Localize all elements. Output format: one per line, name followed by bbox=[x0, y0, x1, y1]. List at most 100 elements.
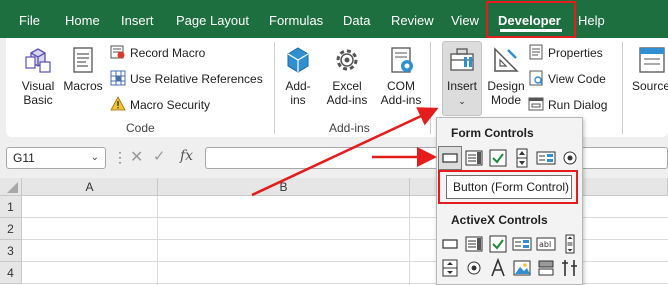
menu-bar: File Home Insert Page Layout Formulas Da… bbox=[0, 0, 668, 38]
chevron-down-icon: ⌄ bbox=[458, 96, 466, 106]
row-header-3[interactable]: 3 bbox=[0, 240, 22, 262]
design-mode-label-line2: Mode bbox=[490, 93, 522, 107]
use-relative-references-button[interactable]: Use Relative References bbox=[110, 70, 263, 88]
gear-icon bbox=[336, 49, 358, 71]
com-add-ins-label-line1: COM bbox=[387, 79, 415, 93]
option-button-icon[interactable] bbox=[560, 148, 580, 168]
macros-icon bbox=[73, 47, 93, 73]
record-macro-label: Record Macro bbox=[130, 46, 206, 60]
record-macro-icon bbox=[110, 45, 125, 59]
activex-scroll-bar-icon[interactable] bbox=[560, 234, 580, 254]
macros-label: Macros bbox=[63, 79, 103, 93]
activex-toggle-button-icon[interactable] bbox=[536, 258, 556, 278]
column-header-a[interactable]: A bbox=[22, 178, 158, 196]
activex-option-button-icon[interactable] bbox=[464, 258, 484, 278]
warning-icon bbox=[110, 96, 126, 111]
tab-insert[interactable]: Insert bbox=[121, 13, 154, 28]
tab-help[interactable]: Help bbox=[578, 13, 605, 28]
name-box-value: G11 bbox=[13, 151, 35, 165]
properties-icon bbox=[529, 44, 543, 60]
chevron-down-icon[interactable]: ⌄ bbox=[91, 148, 99, 168]
row-header-2[interactable]: 2 bbox=[0, 218, 22, 240]
cancel-entry-icon[interactable]: ✕ bbox=[130, 147, 143, 167]
add-ins-icon bbox=[287, 47, 309, 73]
com-add-ins-icon bbox=[391, 47, 413, 73]
macros-button[interactable]: Macros bbox=[62, 44, 104, 93]
use-relative-references-label: Use Relative References bbox=[130, 72, 263, 86]
activex-checkbox-icon[interactable] bbox=[488, 234, 508, 254]
visual-basic-icon bbox=[25, 48, 51, 73]
run-dialog-button[interactable]: Run Dialog bbox=[528, 96, 607, 114]
activex-command-button-icon[interactable] bbox=[440, 234, 460, 254]
tooltip-highlight bbox=[438, 170, 578, 204]
design-mode-icon bbox=[494, 47, 519, 72]
enter-entry-icon[interactable]: ✓ bbox=[153, 147, 166, 165]
com-add-ins-label-line2: Add-ins bbox=[380, 93, 422, 107]
list-box-icon[interactable] bbox=[536, 148, 556, 168]
svg-text:abl: abl bbox=[539, 240, 551, 249]
view-code-button[interactable]: View Code bbox=[528, 70, 606, 88]
tab-review[interactable]: Review bbox=[391, 13, 434, 28]
properties-button[interactable]: Properties bbox=[528, 44, 603, 62]
view-code-icon bbox=[529, 70, 543, 86]
grid-line bbox=[409, 196, 410, 285]
toolbox-icon bbox=[450, 48, 474, 71]
tab-data[interactable]: Data bbox=[343, 13, 370, 28]
insert-function-button[interactable]: fx bbox=[180, 148, 193, 164]
record-macro-button[interactable]: Record Macro bbox=[110, 44, 205, 62]
activex-list-box-icon[interactable] bbox=[512, 234, 532, 254]
spin-button-icon[interactable] bbox=[512, 148, 532, 168]
visual-basic-label-line2: Basic bbox=[23, 93, 53, 107]
select-all-corner[interactable] bbox=[0, 178, 22, 196]
tab-view[interactable]: View bbox=[451, 13, 479, 28]
design-mode-label-line1: Design bbox=[487, 79, 525, 93]
activex-image-icon[interactable] bbox=[512, 258, 532, 278]
xml-source-icon bbox=[639, 47, 665, 73]
ribbon-separator bbox=[622, 42, 623, 134]
more-options-icon[interactable]: ⋮ bbox=[113, 149, 127, 166]
column-header-b[interactable]: B bbox=[158, 178, 410, 196]
relative-references-icon bbox=[110, 70, 126, 86]
grid-line bbox=[157, 196, 158, 285]
developer-tab-highlight bbox=[486, 1, 576, 38]
xml-source-label: Source bbox=[632, 79, 668, 93]
activex-more-controls-icon[interactable] bbox=[560, 258, 580, 278]
activex-spin-button-icon[interactable] bbox=[440, 258, 460, 278]
xml-source-button[interactable]: Source bbox=[632, 44, 668, 93]
add-ins-group-label: Add-ins bbox=[329, 121, 370, 135]
select-all-triangle-icon bbox=[7, 182, 18, 193]
insert-controls-label-group: Insert ⌄ bbox=[442, 44, 482, 108]
run-dialog-label: Run Dialog bbox=[548, 98, 608, 112]
excel-add-ins-label-line2: Add-ins bbox=[326, 93, 368, 107]
run-dialog-icon bbox=[528, 97, 544, 111]
excel-add-ins-button[interactable]: Excel Add-ins bbox=[322, 44, 372, 107]
properties-label: Properties bbox=[548, 46, 603, 60]
macro-security-button[interactable]: Macro Security bbox=[110, 96, 210, 114]
ribbon-separator bbox=[430, 42, 431, 134]
activex-controls-heading: ActiveX Controls bbox=[451, 213, 548, 227]
activex-label-icon[interactable] bbox=[488, 258, 508, 278]
add-ins-label-line1: Add- bbox=[285, 79, 311, 93]
tab-formulas[interactable]: Formulas bbox=[269, 13, 323, 28]
add-ins-button[interactable]: Add- ins bbox=[278, 44, 318, 107]
row-header-4[interactable]: 4 bbox=[0, 262, 22, 284]
name-box[interactable]: G11 ⌄ bbox=[6, 147, 106, 169]
tab-home[interactable]: Home bbox=[65, 13, 100, 28]
combo-box-icon[interactable] bbox=[464, 148, 484, 168]
add-ins-label-line2: ins bbox=[290, 93, 306, 107]
insert-label: Insert bbox=[446, 79, 477, 93]
activex-text-box-icon[interactable]: abl bbox=[536, 234, 556, 254]
macro-security-label: Macro Security bbox=[130, 98, 211, 112]
checkbox-icon[interactable] bbox=[488, 148, 508, 168]
row-header-1[interactable]: 1 bbox=[0, 196, 22, 218]
design-mode-button[interactable]: Design Mode bbox=[484, 44, 528, 107]
visual-basic-button[interactable]: Visual Basic bbox=[16, 44, 60, 107]
com-add-ins-button[interactable]: COM Add-ins bbox=[376, 44, 426, 107]
tab-page-layout[interactable]: Page Layout bbox=[176, 13, 249, 28]
ribbon-separator bbox=[274, 42, 275, 134]
activex-combo-box-icon[interactable] bbox=[464, 234, 484, 254]
excel-add-ins-label-line1: Excel bbox=[332, 79, 362, 93]
tab-file[interactable]: File bbox=[19, 13, 40, 28]
view-code-label: View Code bbox=[548, 72, 606, 86]
button-control-icon bbox=[442, 153, 458, 163]
